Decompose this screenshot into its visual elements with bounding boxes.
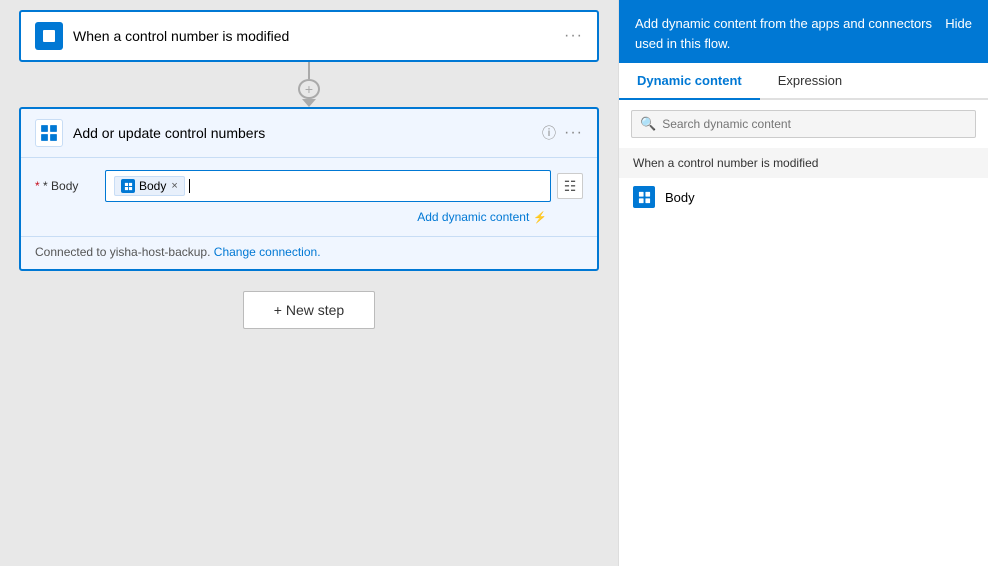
dynamic-content-section-header: When a control number is modified [619,148,988,178]
lightning-icon: ⚡ [533,211,547,224]
dynamic-item-body-icon [633,186,655,208]
connector-circle[interactable]: + [298,79,320,100]
array-icon-button[interactable]: ☷ [557,173,583,199]
body-field-label: * * Body [35,179,105,193]
tab-dynamic-label: Dynamic content [637,73,742,88]
dynamic-item-body-svg [638,191,651,204]
panel-header: Add dynamic content from the apps and co… [619,0,988,63]
search-box[interactable]: 🔍 [631,110,976,138]
connector-line-top [308,62,310,79]
add-dynamic-link[interactable]: Add dynamic content ⚡ [417,210,547,224]
action-title: Add or update control numbers [73,125,534,141]
required-marker: * [35,179,43,193]
text-cursor [189,179,190,193]
connector: + [298,62,320,107]
add-dynamic-text: Add dynamic content [417,210,529,224]
canvas-area: When a control number is modified ··· + … [0,0,618,566]
body-label-text: * Body [43,179,78,193]
connected-info: Connected to yisha-host-backup. Change c… [21,236,597,269]
search-icon: 🔍 [640,116,656,132]
change-connection-link[interactable]: Change connection. [214,245,321,259]
dynamic-item-body-label: Body [665,190,695,205]
action-svg-icon [40,124,58,142]
action-more-button[interactable]: ··· [564,124,583,142]
trigger-more-button[interactable]: ··· [564,27,583,45]
panel-header-text: Add dynamic content from the apps and co… [635,14,945,53]
tab-expression[interactable]: Expression [760,63,860,98]
trigger-icon [35,22,63,50]
tab-dynamic-content[interactable]: Dynamic content [619,63,760,98]
action-info-icon[interactable]: ⓘ [542,123,556,143]
token-svg-icon [124,182,133,191]
token-remove-button[interactable]: × [171,180,177,192]
dynamic-item-body[interactable]: Body [619,178,988,216]
search-input[interactable] [662,117,967,131]
connector-arrow [302,99,316,107]
trigger-svg-icon [41,28,57,44]
body-token-input[interactable]: Body × [105,170,551,202]
connected-text: Connected to yisha-host-backup. [35,245,210,259]
body-field-row: * * Body Body × [35,170,583,202]
action-block-header: Add or update control numbers ⓘ ··· [21,109,597,158]
action-block: Add or update control numbers ⓘ ··· * * … [19,107,599,271]
panel-hide-button[interactable]: Hide [945,16,972,31]
tab-expression-label: Expression [778,73,842,88]
action-block-body: * * Body Body × [21,158,597,236]
new-step-button[interactable]: + New step [243,291,375,329]
add-dynamic-row: Add dynamic content ⚡ [35,210,583,224]
right-panel: Add dynamic content from the apps and co… [618,0,988,566]
token-icon [121,179,135,193]
trigger-block: When a control number is modified ··· [19,10,599,62]
trigger-title: When a control number is modified [73,28,564,44]
panel-tabs: Dynamic content Expression [619,63,988,100]
body-token: Body × [114,176,185,196]
token-text: Body [139,179,166,193]
action-icon [35,119,63,147]
